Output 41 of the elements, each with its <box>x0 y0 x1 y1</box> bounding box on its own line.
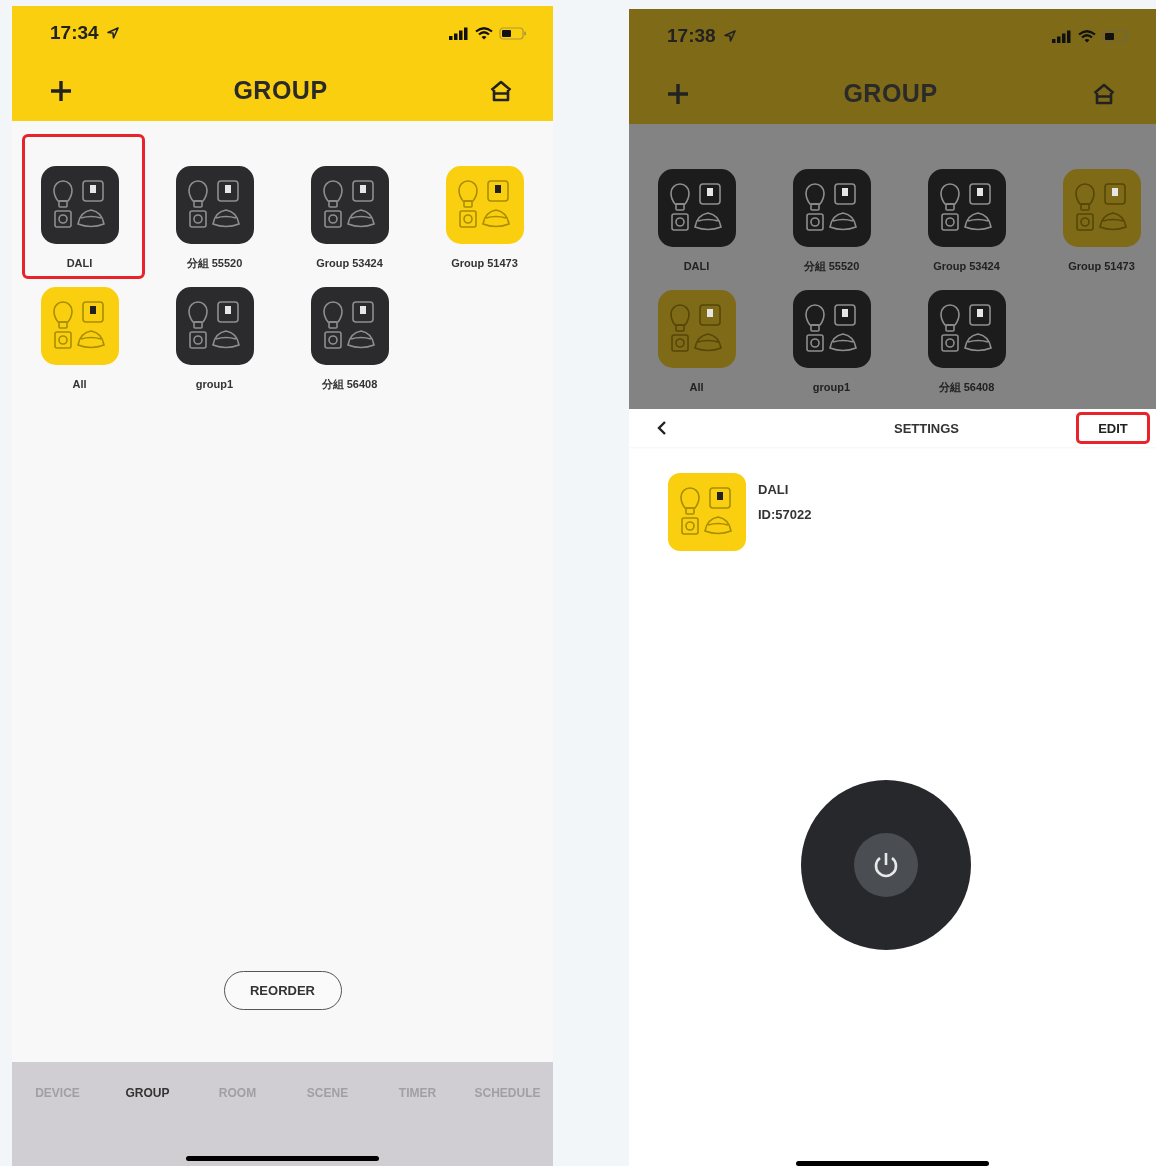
status-time: 17:34 <box>50 22 99 44</box>
group-name: All <box>72 377 87 391</box>
group-name: Group 51473 <box>1068 259 1135 273</box>
device-name: DALI <box>758 482 790 497</box>
devices-icon[interactable] <box>175 166 254 244</box>
status-time: 17:38 <box>667 25 716 47</box>
group-name: DALI <box>66 256 93 270</box>
tab[interactable]: GROUP <box>102 1086 193 1100</box>
group-name: All <box>689 380 704 394</box>
power-icon <box>853 833 918 897</box>
group-name: Group 53424 <box>316 256 383 270</box>
location-icon <box>106 27 119 39</box>
group-name: group1 <box>195 377 234 391</box>
edit-button[interactable]: EDIT <box>1076 412 1150 444</box>
sheet-title: SETTINGS <box>894 420 959 436</box>
group-name: Group 53424 <box>933 259 1000 273</box>
group-name: DALI <box>683 259 710 273</box>
devices-icon[interactable] <box>40 166 119 244</box>
group-name: Group 51473 <box>451 256 518 270</box>
signal-icon <box>1052 29 1072 43</box>
header-title: GROUP <box>233 76 328 105</box>
location-icon <box>723 30 736 42</box>
group-name: 分組 55520 <box>803 259 860 273</box>
back-icon[interactable] <box>657 420 667 436</box>
group-name: 分組 56408 <box>938 380 995 394</box>
group-name: group1 <box>812 380 851 394</box>
home-icon[interactable] <box>489 79 513 102</box>
battery-icon <box>1102 29 1130 43</box>
device-id: ID:57022 <box>758 507 812 522</box>
devices-icon[interactable] <box>175 287 254 365</box>
group-name: 分組 55520 <box>186 256 243 270</box>
battery-icon <box>499 26 527 40</box>
wifi-icon <box>1078 29 1096 43</box>
signal-icon <box>449 26 469 40</box>
group-name: 分組 56408 <box>321 377 378 391</box>
wifi-icon <box>475 26 493 40</box>
devices-icon[interactable] <box>310 287 389 365</box>
header-title: GROUP <box>843 79 938 108</box>
reorder-button[interactable]: REORDER <box>223 971 342 1010</box>
devices-icon[interactable] <box>310 166 389 244</box>
add-icon[interactable] <box>50 79 72 102</box>
